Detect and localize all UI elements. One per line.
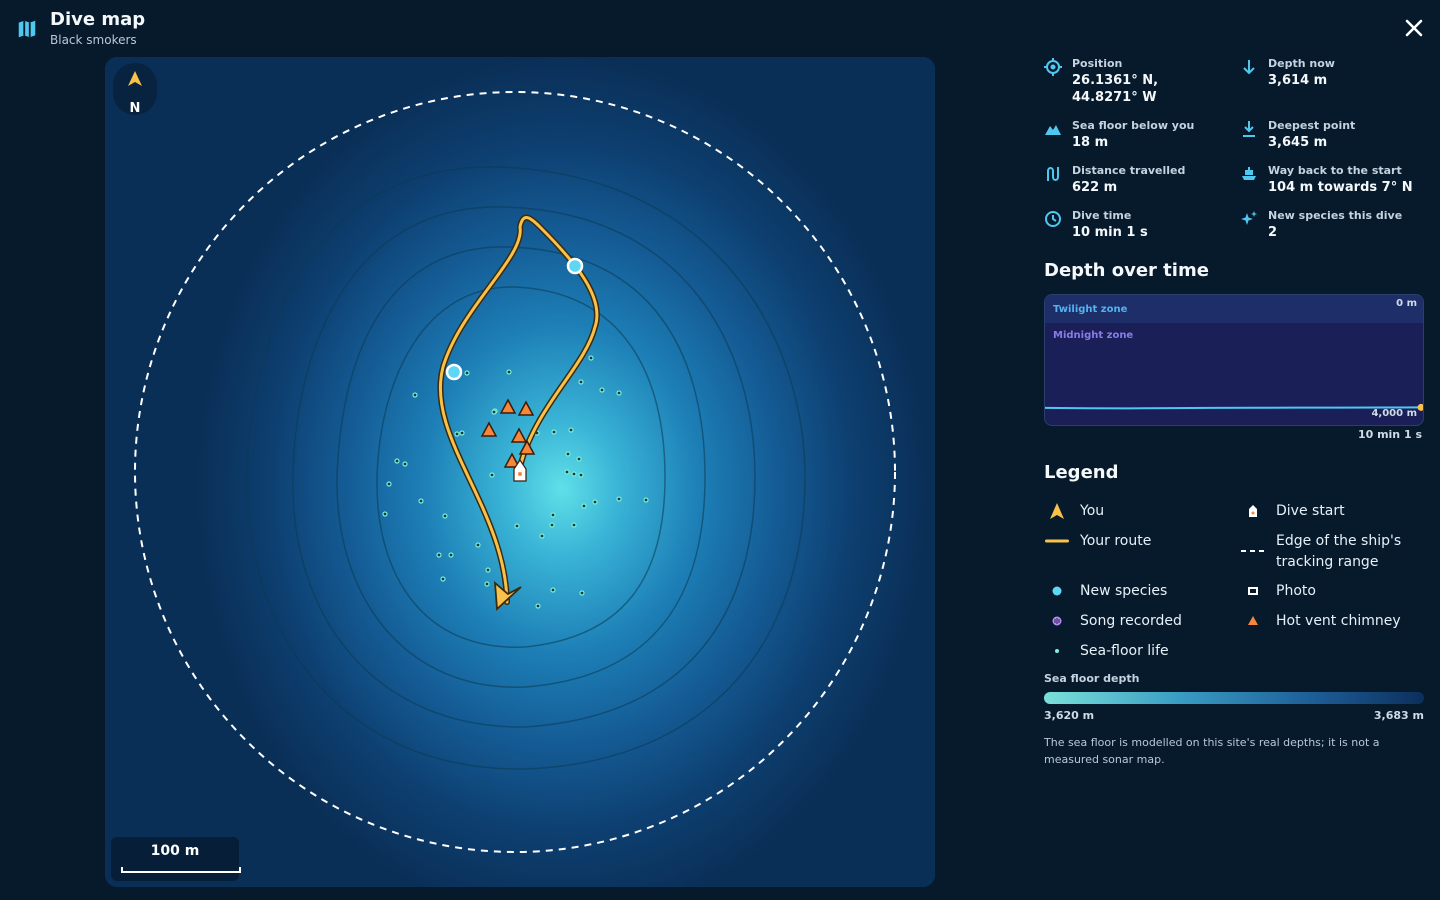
new-species-marker[interactable]: [445, 363, 463, 381]
depth-series-line: [1045, 406, 1422, 410]
stat-label: New species this dive: [1268, 209, 1403, 222]
photo-icon: [1248, 587, 1258, 595]
stat-distance: Distance travelled 622 m: [1044, 163, 1234, 196]
life-dot-icon: [1055, 649, 1059, 653]
arrow-down-to-line-icon: [1243, 121, 1255, 137]
stat-label: Way back to the start: [1268, 164, 1402, 177]
route-icon: [1047, 167, 1059, 181]
stat-value: 104 m towards 7° N: [1268, 180, 1413, 195]
stat-sea-floor-below: Sea floor below you 18 m: [1044, 118, 1234, 151]
sparkle-icon: [1241, 211, 1257, 225]
scale-line: [121, 867, 241, 873]
map-canvas: [134, 91, 896, 853]
legend-label: Dive start: [1276, 503, 1345, 519]
depth-chart-time: 10 min 1 s: [1357, 428, 1422, 441]
stat-value: 18 m: [1072, 135, 1109, 150]
stat-label: Dive time: [1072, 209, 1132, 222]
legend-you: You: [1044, 501, 1234, 522]
page-title: Dive map: [50, 9, 146, 30]
stat-deepest-point: Deepest point 3,645 m: [1240, 118, 1430, 151]
depth-chart: Twilight zone Midnight zone 0 m 4,000 m: [1044, 294, 1424, 426]
stat-label: Sea floor below you: [1072, 119, 1195, 132]
stat-value-lat: 26.1361° N,: [1072, 73, 1159, 88]
legend-label: Your route: [1080, 533, 1152, 549]
stat-value: 622 m: [1072, 180, 1118, 195]
sea-floor-life-dots: [382, 355, 649, 609]
route-shadow: [437, 214, 600, 605]
sea-floor-note: The sea floor is modelled on this site's…: [1044, 736, 1380, 766]
north-label: N: [129, 101, 141, 116]
stat-dive-time: Dive time 10 min 1 s: [1044, 208, 1234, 241]
stat-value: 10 min 1 s: [1072, 225, 1148, 240]
scale-label: 100 m: [150, 843, 200, 859]
your-route: [438, 216, 599, 604]
you-arrow-icon: [1050, 503, 1064, 519]
close-icon[interactable]: [1402, 16, 1426, 40]
clock-icon: [1045, 211, 1061, 227]
legend-dive-start: Dive start: [1240, 501, 1430, 522]
vent-triangle-icon: [1248, 616, 1258, 625]
map-icon: [18, 20, 36, 38]
stat-value: 2: [1268, 225, 1278, 240]
legend-label: Song recorded: [1080, 613, 1182, 629]
legend-sea-floor-life: Sea-floor life: [1044, 641, 1234, 662]
arrow-down-icon: [1243, 60, 1255, 75]
legend-label: You: [1080, 503, 1105, 519]
north-arrow-icon: [128, 71, 142, 86]
legend-label: Hot vent chimney: [1276, 613, 1401, 629]
legend-label: Edge of the ship's tracking range: [1276, 533, 1402, 570]
stat-depth-now: Depth now 3,614 m: [1240, 56, 1430, 89]
location-icon: [1044, 58, 1062, 76]
stat-label: Deepest point: [1268, 119, 1356, 132]
legend-title: Legend: [1044, 462, 1119, 483]
new-species-marker[interactable]: [566, 257, 584, 275]
route-line-icon: [1045, 539, 1069, 543]
legend-new-species: New species: [1044, 581, 1234, 602]
sea-floor-depth-label: Sea floor depth: [1044, 672, 1140, 685]
sea-floor-depth-max: 3,683 m: [1373, 709, 1424, 722]
stat-label: Position: [1072, 57, 1123, 70]
legend-label: New species: [1080, 583, 1168, 599]
legend-photo: Photo: [1240, 581, 1430, 602]
depth-current-point: [1417, 403, 1423, 411]
depth-chart-title: Depth over time: [1044, 260, 1209, 281]
stat-value: 3,614 m: [1268, 73, 1328, 88]
stat-new-species: New species this dive 2: [1240, 208, 1430, 241]
legend-hot-vent: Hot vent chimney: [1240, 611, 1430, 632]
page-subtitle: Black smokers: [50, 33, 137, 47]
stat-value-lon: 44.8271° W: [1072, 90, 1157, 105]
header: Dive map Black smokers: [16, 8, 145, 48]
stat-value: 3,645 m: [1268, 135, 1328, 150]
dive-map[interactable]: N 100 m: [105, 57, 935, 887]
info-panel: Position 26.1361° N, 44.8271° W Depth no…: [1040, 56, 1430, 766]
sea-floor-depth-gradient: [1044, 692, 1424, 704]
mountain-icon: [1045, 125, 1061, 135]
stat-way-back: Way back to the start 104 m towards 7° N: [1240, 163, 1430, 196]
depth-line-chart: [1045, 403, 1423, 411]
legend-label: Photo: [1276, 583, 1316, 599]
stats-grid: Position 26.1361° N, 44.8271° W Depth no…: [1040, 56, 1430, 246]
new-species-dot-icon: [1052, 586, 1062, 596]
hot-vent-chimneys: [480, 398, 536, 468]
scale-bar: 100 m: [111, 837, 241, 881]
legend-song-recorded: Song recorded: [1044, 611, 1234, 632]
stat-label: Distance travelled: [1072, 164, 1186, 177]
dive-start-icon: [1249, 505, 1257, 517]
legend-your-route: Your route: [1044, 531, 1234, 552]
sea-floor-depth-min: 3,620 m: [1044, 709, 1095, 722]
stat-position: Position 26.1361° N, 44.8271° W: [1044, 56, 1234, 106]
dashed-line-icon: [1241, 550, 1265, 552]
song-icon: [1052, 616, 1062, 626]
ship-icon: [1242, 167, 1256, 180]
legend-tracking-range: Edge of the ship's tracking range: [1240, 531, 1430, 573]
legend-label: Sea-floor life: [1080, 643, 1169, 659]
north-indicator: N: [113, 63, 157, 116]
stat-label: Depth now: [1268, 57, 1335, 70]
